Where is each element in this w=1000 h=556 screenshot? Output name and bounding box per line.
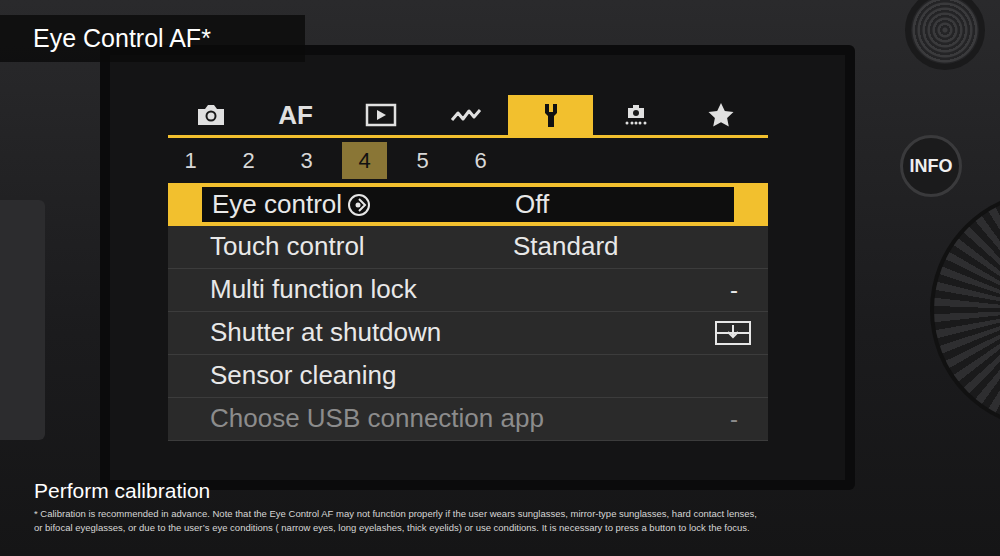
page-tab[interactable]: 5	[400, 142, 445, 179]
menu-list: Eye control Off Touch control Standard Multi…	[168, 183, 768, 441]
menu-row[interactable]: Touch control Standard	[168, 226, 768, 269]
camera-icon	[194, 101, 228, 129]
eye-control-icon	[346, 192, 372, 218]
info-button[interactable]: INFO	[900, 135, 962, 197]
caption-title: Eye Control AF*	[33, 20, 211, 58]
row-label: Choose USB connection app	[210, 403, 544, 434]
lcd-screen: AF123456Eye controlOffTouch controlStand…	[100, 45, 855, 490]
shutter-closed-icon	[713, 319, 753, 347]
menu-row[interactable]: Eye control Off	[168, 183, 768, 226]
row-label: Shutter at shutdown	[210, 317, 441, 348]
hinge-panel	[0, 200, 45, 440]
menu-tab[interactable]	[678, 95, 763, 135]
menu: AF123456Eye controlOffTouch controlStand…	[168, 95, 768, 441]
row-label: Multi function lock	[210, 274, 417, 305]
menu-tab[interactable]	[338, 95, 423, 135]
menu-tab[interactable]	[508, 95, 593, 135]
menu-tab[interactable]: AF	[253, 95, 338, 135]
menu-row[interactable]: Shutter at shutdown	[168, 312, 768, 355]
page-tab[interactable]: 1	[168, 142, 213, 179]
wireless-camera-icon	[619, 101, 653, 129]
footnote-line: * Calibration is recommended in advance.…	[34, 507, 757, 520]
menu-tab[interactable]	[168, 95, 253, 135]
page-tab[interactable]: 6	[458, 142, 503, 179]
menu-row[interactable]: Sensor cleaning	[168, 355, 768, 398]
row-label: Sensor cleaning	[210, 360, 396, 391]
row-value: -	[730, 405, 738, 434]
row-label: Eye control	[212, 189, 342, 220]
row-value: -	[730, 276, 738, 305]
camera-body: AF123456Eye controlOffTouch controlStand…	[0, 0, 1000, 556]
caption-subtitle: Perform calibration	[34, 478, 757, 504]
footnote-line: or bifocal eyeglasses, or due to the use…	[34, 521, 757, 534]
row-label: Touch control	[210, 231, 365, 262]
menu-row[interactable]: Multi function lock -	[168, 269, 768, 312]
menu-tab[interactable]	[593, 95, 678, 135]
menu-tab[interactable]	[423, 95, 508, 135]
info-label: INFO	[910, 153, 953, 180]
page-tab[interactable]: 3	[284, 142, 329, 179]
caption-block: Perform calibration * Calibration is reco…	[34, 478, 757, 534]
wrench-icon	[534, 101, 568, 129]
page-tabs: 123456	[168, 138, 768, 183]
title-band: Eye Control AF*	[0, 15, 305, 62]
playback-icon	[364, 101, 398, 129]
page-tab[interactable]: 2	[226, 142, 271, 179]
page-tab[interactable]: 4	[342, 142, 387, 179]
wave-icon	[449, 101, 483, 129]
menu-row[interactable]: Choose USB connection app -	[168, 398, 768, 441]
camera-photo: AF123456Eye controlOffTouch controlStand…	[0, 0, 1000, 556]
tab-label: AF	[278, 96, 313, 135]
row-value: Off	[515, 189, 549, 220]
tab-bar: AF	[168, 95, 768, 138]
star-icon	[704, 101, 738, 129]
row-value: Standard	[513, 231, 619, 262]
